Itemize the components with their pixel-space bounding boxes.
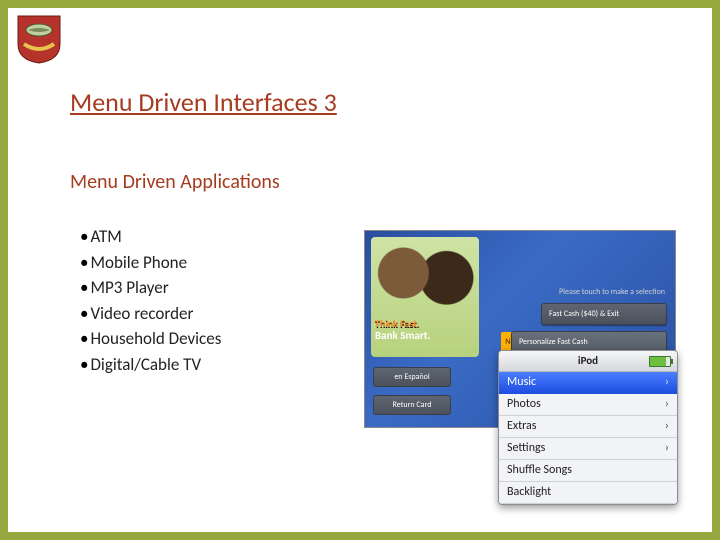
ipod-title: iPod — [578, 354, 598, 367]
example-images: Think Fast. Bank Smart. Please touch to … — [364, 230, 676, 496]
atm-return-card-button[interactable]: Return Card — [373, 395, 451, 415]
ipod-list: Music › Photos › Extras › Settings › Shu… — [499, 372, 677, 504]
bullet-item: ATM — [80, 224, 221, 250]
slide-title: Menu Driven Interfaces 3 — [70, 86, 337, 118]
ipod-item-backlight[interactable]: Backlight — [499, 482, 677, 504]
chevron-right-icon: › — [665, 438, 669, 459]
bullet-item: Digital/Cable TV — [80, 352, 221, 378]
ipod-item-label: Extras — [507, 419, 537, 433]
bullet-item: Video recorder — [80, 301, 221, 327]
bullet-list: ATM Mobile Phone MP3 Player Video record… — [80, 224, 221, 377]
chevron-right-icon: › — [665, 372, 669, 393]
bullet-item: Mobile Phone — [80, 250, 221, 276]
bullet-item: MP3 Player — [80, 275, 221, 301]
battery-icon — [649, 356, 671, 367]
ipod-item-extras[interactable]: Extras › — [499, 416, 677, 438]
atm-fast-cash-button[interactable]: Fast Cash ($40) & Exit — [541, 303, 667, 325]
ipod-item-shuffle[interactable]: Shuffle Songs — [499, 460, 677, 482]
ipod-item-label: Music — [507, 375, 536, 389]
ipod-header: iPod — [499, 351, 677, 372]
bullet-item: Household Devices — [80, 326, 221, 352]
slide: Menu Driven Interfaces 3 Menu Driven App… — [0, 0, 720, 540]
ipod-item-photos[interactable]: Photos › — [499, 394, 677, 416]
ipod-item-music[interactable]: Music › — [499, 372, 677, 394]
slide-subtitle: Menu Driven Applications — [70, 170, 280, 194]
ipod-item-settings[interactable]: Settings › — [499, 438, 677, 460]
ipod-item-label: Settings — [507, 441, 545, 455]
ipod-item-label: Backlight — [507, 485, 551, 499]
ipod-menu: iPod Music › Photos › Extras › Settings — [498, 350, 678, 505]
atm-touch-prompt: Please touch to make a selection — [559, 287, 665, 297]
school-crest-icon — [16, 14, 62, 64]
chevron-right-icon: › — [665, 416, 669, 437]
chevron-right-icon: › — [665, 394, 669, 415]
ipod-item-label: Shuffle Songs — [507, 463, 572, 477]
atm-personalize-label: Personalize Fast Cash — [519, 337, 588, 347]
atm-tagline-2: Bank Smart. — [375, 329, 431, 342]
atm-espanol-button[interactable]: en Español — [373, 367, 451, 387]
ipod-item-label: Photos — [507, 397, 541, 411]
